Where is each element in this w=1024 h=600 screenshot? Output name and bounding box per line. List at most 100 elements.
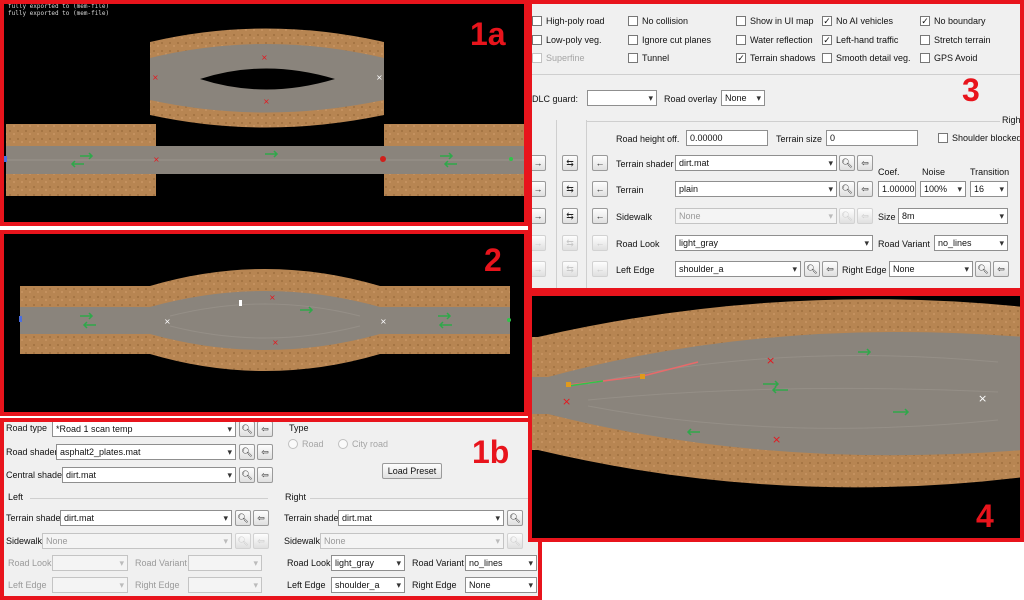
flag-checkbox[interactable]: Ignore cut planes	[628, 35, 711, 45]
terrain-select[interactable]: plain	[675, 181, 837, 197]
flag-checkbox-label: Superfine	[546, 53, 585, 63]
flag-checkbox[interactable]: Low-poly veg.	[532, 35, 602, 45]
arrow-left-button[interactable]: ←	[592, 155, 608, 171]
central-shader-back-button[interactable]: ⇦	[257, 467, 273, 483]
radio-city-road[interactable]: City road	[338, 439, 388, 449]
arrow-right-button[interactable]: →	[530, 235, 546, 251]
arrow-right-button[interactable]: →	[530, 181, 546, 197]
arrow-right-button[interactable]: →	[530, 261, 546, 277]
flag-checkbox[interactable]: Stretch terrain	[920, 35, 991, 45]
right-terrain-search-button[interactable]: 🔍︎	[507, 510, 523, 526]
terrain-size-input[interactable]: 0	[826, 130, 918, 146]
left-sidewalk-search-button[interactable]: 🔍︎	[235, 533, 251, 549]
road-type-select[interactable]: *Road 1 scan temp	[52, 421, 236, 437]
flag-checkbox[interactable]: ✓ Terrain shadows	[736, 53, 816, 63]
transition-select[interactable]: 16	[970, 181, 1008, 197]
right-road-variant-select[interactable]: no_lines	[465, 555, 537, 571]
flag-checkbox[interactable]: ✓ No AI vehicles	[822, 16, 893, 26]
shoulder-blocked-checkbox[interactable]: Shoulder blocked	[938, 133, 1022, 143]
right-terrain-shader-select[interactable]: dirt.mat	[338, 510, 504, 526]
sidewalk-back-button[interactable]: ⇦	[857, 208, 873, 224]
central-shader-search-button[interactable]: 🔍︎	[239, 467, 255, 483]
terrain-size-label: Terrain size	[776, 134, 823, 144]
left-right-edge-label: Right Edge	[135, 580, 180, 590]
right-edge-select[interactable]: None	[889, 261, 973, 277]
flag-checkbox[interactable]: Tunnel	[628, 53, 669, 63]
noise-select[interactable]: 100%	[920, 181, 966, 197]
left-terrain-shader-select[interactable]: dirt.mat	[60, 510, 232, 526]
left-edge-label: Left Edge	[616, 265, 655, 275]
left-terrain-back-button[interactable]: ⇦	[253, 510, 269, 526]
right-road-look-select[interactable]: light_gray	[331, 555, 405, 571]
road-type-search-button[interactable]: 🔍︎	[239, 421, 255, 437]
right-right-edge-select[interactable]: None	[465, 577, 537, 593]
swap-button[interactable]: ⇆	[562, 181, 578, 197]
viewport-1a[interactable]: fully exported to (mem-file) fully expor…	[0, 0, 528, 226]
road-variant-select[interactable]: no_lines	[934, 235, 1008, 251]
left-right-edge-select[interactable]	[188, 577, 262, 593]
flag-checkbox[interactable]: ✓ Left-hand traffic	[822, 35, 898, 45]
flag-checkbox[interactable]: Water reflection	[736, 35, 813, 45]
left-edge-back-button[interactable]: ⇦	[822, 261, 838, 277]
right-left-edge-select[interactable]: shoulder_a	[331, 577, 405, 593]
terrain-search-button[interactable]: 🔍︎	[839, 181, 855, 197]
radio-road[interactable]: Road	[288, 439, 324, 449]
swap-button[interactable]: ⇆	[562, 235, 578, 251]
flag-checkbox[interactable]: Smooth detail veg.	[822, 53, 911, 63]
left-sidewalk-back-button[interactable]: ⇦	[253, 533, 269, 549]
arrow-left-button[interactable]: ←	[592, 208, 608, 224]
flag-checkbox[interactable]: GPS Avoid	[920, 53, 977, 63]
central-shader-select[interactable]: dirt.mat	[62, 467, 236, 483]
arrow-left-button[interactable]: ←	[592, 261, 608, 277]
right-sidewalk-select[interactable]: None	[320, 533, 504, 549]
arrow-left-button[interactable]: ←	[592, 235, 608, 251]
terrain-shader-back-button[interactable]: ⇦	[857, 155, 873, 171]
flag-checkbox[interactable]: No collision	[628, 16, 688, 26]
swap-button[interactable]: ⇆	[562, 208, 578, 224]
flag-checkbox[interactable]: Superfine	[532, 53, 585, 63]
dlc-guard-select[interactable]	[587, 90, 657, 106]
flag-checkbox[interactable]: ✓ No boundary	[920, 16, 986, 26]
road-overlay-select[interactable]: None	[721, 90, 765, 106]
arrow-right-button[interactable]: →	[530, 208, 546, 224]
right-edge-search-button[interactable]: 🔍︎	[975, 261, 991, 277]
flag-checkbox[interactable]: High-poly road	[532, 16, 605, 26]
central-shader-label: Central shader	[6, 470, 66, 480]
road-shader-label: Road shader	[6, 447, 58, 457]
left-edge-select[interactable]: shoulder_a	[675, 261, 801, 277]
flag-checkbox[interactable]: Show in UI map	[736, 16, 814, 26]
terrain-back-button[interactable]: ⇦	[857, 181, 873, 197]
swap-button[interactable]: ⇆	[562, 155, 578, 171]
road-height-input[interactable]: 0.00000	[686, 130, 768, 146]
road-type-back-button[interactable]: ⇦	[257, 421, 273, 437]
left-edge-search-button[interactable]: 🔍︎	[804, 261, 820, 277]
road-shader-back-button[interactable]: ⇦	[257, 444, 273, 460]
right-edge-back-button[interactable]: ⇦	[993, 261, 1009, 277]
swap-button[interactable]: ⇆	[562, 261, 578, 277]
svg-text:×: ×	[562, 395, 571, 408]
left-road-variant-select[interactable]	[188, 555, 262, 571]
left-terrain-search-button[interactable]: 🔍︎	[235, 510, 251, 526]
road-look-select[interactable]: light_gray	[675, 235, 873, 251]
right-sidewalk-search-button[interactable]: 🔍︎	[507, 533, 523, 549]
arrow-right-button[interactable]: →	[530, 155, 546, 171]
road-shader-search-button[interactable]: 🔍︎	[239, 444, 255, 460]
right-right-edge-label: Right Edge	[412, 580, 457, 590]
terrain-shader-select[interactable]: dirt.mat	[675, 155, 837, 171]
left-left-edge-select[interactable]	[52, 577, 128, 593]
coef-input[interactable]: 1.00000	[878, 181, 916, 197]
sidewalk-search-button[interactable]: 🔍︎	[839, 208, 855, 224]
left-road-look-select[interactable]	[52, 555, 128, 571]
viewport-4[interactable]: × × × ×	[528, 292, 1024, 542]
load-preset-button[interactable]: Load Preset	[382, 463, 442, 479]
panel-1b-road-properties: Road type *Road 1 scan temp 🔍︎ ⇦ Road sh…	[0, 418, 542, 600]
magnifier-icon: 🔍︎	[841, 211, 853, 221]
terrain-shader-search-button[interactable]: 🔍︎	[839, 155, 855, 171]
sidewalk-select[interactable]: None	[675, 208, 837, 224]
arrow-left-icon: ←	[595, 211, 605, 221]
left-sidewalk-select[interactable]: None	[42, 533, 232, 549]
size-select[interactable]: 8m	[898, 208, 1008, 224]
viewport-2[interactable]: × × × ×	[0, 230, 528, 416]
arrow-left-button[interactable]: ←	[592, 181, 608, 197]
road-shader-select[interactable]: asphalt2_plates.mat	[56, 444, 236, 460]
